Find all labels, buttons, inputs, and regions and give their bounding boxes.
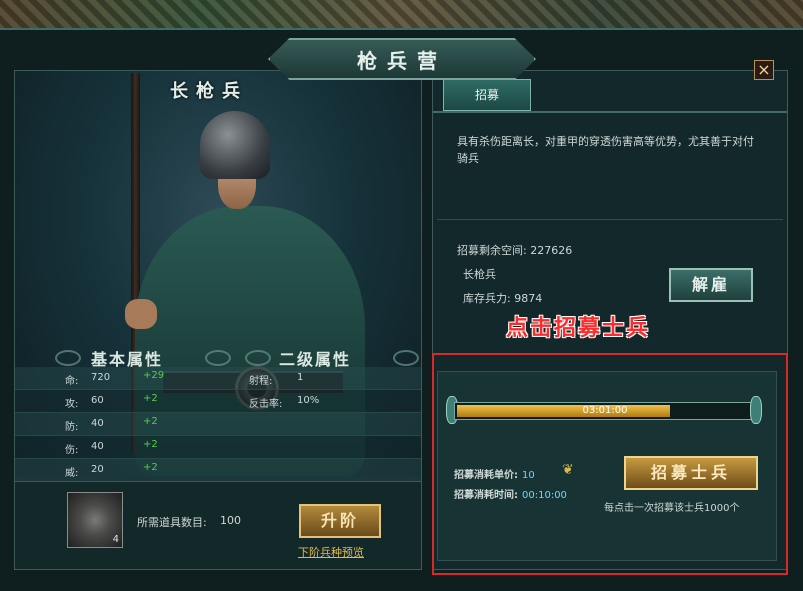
disband-button[interactable]: 解雇 — [669, 268, 753, 302]
unit-cost-label: 招募消耗单价: — [454, 470, 518, 481]
attribute-row: 伤: 40 +2 — [15, 436, 421, 459]
secondary-value: 10% — [297, 395, 320, 406]
ornament-icon — [55, 350, 81, 366]
ornament-icon — [245, 350, 271, 366]
recruit-space: 招募剩余空间: 227626 — [457, 242, 572, 258]
attr-value: 20 — [91, 464, 104, 475]
item-count: 4 — [112, 534, 119, 545]
attribute-row: 攻: 60 +2 反击率: 10% — [15, 390, 421, 413]
recruit-section: 03:01:00 招募消耗单价: 10 ❦ 招募消耗时间: 00:10:00 招募士… — [437, 371, 777, 561]
recruit-progress-bar: 03:01:00 — [454, 402, 756, 420]
tab-divider — [433, 111, 787, 113]
time-cost-value: 00:10:00 — [522, 490, 567, 501]
attribute-row: 命: 720 +29 射程: 1 — [15, 367, 421, 390]
stock-label: 库存兵力: — [463, 292, 511, 305]
ornament-icon — [393, 350, 419, 366]
attr-bonus: +2 — [143, 393, 158, 404]
attr-value: 40 — [91, 441, 104, 452]
recruit-space-value: 227626 — [530, 244, 573, 257]
window-title-plate: 枪兵营 — [268, 38, 536, 80]
attr-value: 40 — [91, 418, 104, 429]
close-icon: × — [757, 60, 771, 79]
recruit-soldiers-button[interactable]: 招募士兵 — [624, 456, 758, 490]
unit-cost: 招募消耗单价: 10 — [454, 466, 535, 481]
tab-recruit[interactable]: 招募 — [443, 79, 531, 111]
unit-description: 具有杀伤距离长，对重甲的穿透伤害高等优势，尤其善于对付骑兵 — [457, 135, 754, 165]
recruit-space-label: 招募剩余空间: — [457, 244, 527, 257]
attr-label: 伤: — [65, 445, 79, 456]
attr-value: 60 — [91, 395, 104, 406]
next-tier-preview-link[interactable]: 下阶兵种预览 — [298, 544, 364, 560]
attribute-row: 威: 20 +2 — [15, 459, 421, 482]
stock-count: 库存兵力: 9874 — [463, 290, 542, 306]
attr-label: 攻: — [65, 399, 79, 410]
secondary-value: 1 — [297, 372, 304, 383]
close-button[interactable]: × — [754, 60, 774, 80]
tutorial-hint: 点击招募士兵 — [506, 316, 651, 341]
attribute-table: 命: 720 +29 射程: 1 攻: 60 +2 反击率: 10% 防: 40… — [15, 367, 421, 482]
unit-name-heading: 长枪兵 — [170, 81, 248, 102]
attribute-row: 防: 40 +2 — [15, 413, 421, 436]
secondary-label: 反击率: — [249, 399, 283, 410]
attr-bonus: +2 — [143, 439, 158, 450]
ornament-icon — [205, 350, 231, 366]
soldier-helmet — [200, 111, 270, 179]
attr-label: 命: — [65, 376, 79, 387]
required-items-value: 100 — [220, 514, 241, 527]
progress-time: 03:01:00 — [582, 405, 628, 416]
unit-panel: 长枪兵 基本属性 二级属性 命: 720 +29 射程: 1 攻: 60 +2 … — [14, 70, 422, 570]
required-items-label: 所需道具数目: — [137, 516, 207, 529]
upgrade-section: 4 所需道具数目: 100 升阶 下阶兵种预览 — [15, 481, 421, 569]
stock-value: 9874 — [514, 292, 543, 305]
attr-label: 防: — [65, 422, 79, 433]
attr-bonus: +2 — [143, 462, 158, 473]
attr-bonus: +29 — [143, 370, 165, 381]
unit-cost-value: 10 — [522, 470, 535, 481]
attr-value: 720 — [91, 372, 111, 383]
upgrade-item-slot[interactable]: 4 — [67, 492, 123, 548]
feather-icon: ❦ — [562, 462, 574, 478]
attr-label: 威: — [65, 468, 79, 479]
attr-bonus: +2 — [143, 416, 158, 427]
time-cost-label: 招募消耗时间: — [454, 490, 518, 501]
stock-unit-name: 长枪兵 — [463, 268, 496, 281]
secondary-label: 射程: — [249, 376, 273, 387]
soldier-hand — [125, 299, 157, 329]
upgrade-button[interactable]: 升阶 — [299, 504, 381, 538]
window-title: 枪兵营 — [357, 48, 447, 73]
recruit-note: 每点击一次招募该士兵1000个 — [604, 503, 740, 514]
time-cost: 招募消耗时间: 00:10:00 — [454, 486, 567, 501]
